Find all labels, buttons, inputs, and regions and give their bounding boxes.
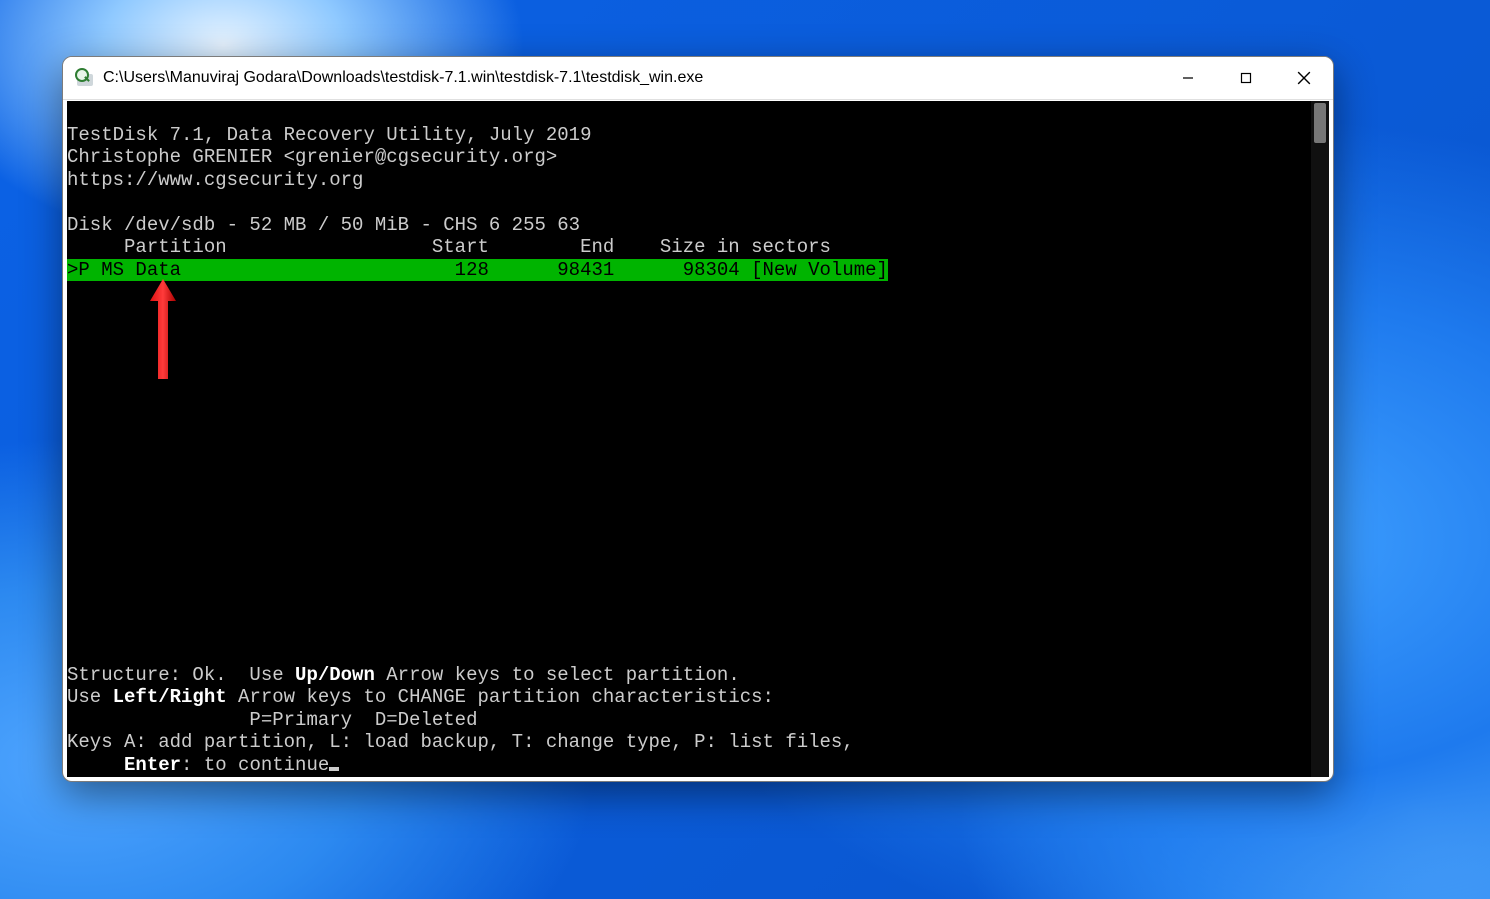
window-controls (1159, 57, 1333, 99)
close-button[interactable] (1275, 57, 1333, 99)
enter-line: Enter: to continue (67, 754, 339, 776)
cursor (329, 767, 339, 771)
titlebar[interactable]: C:\Users\Manuviraj Godara\Downloads\test… (63, 57, 1333, 100)
maximize-button[interactable] (1217, 57, 1275, 99)
console-output[interactable]: TestDisk 7.1, Data Recovery Utility, Jul… (67, 101, 1329, 777)
columns-header: Partition Start End Size in sectors (67, 236, 831, 258)
updown-hint: Up/Down (295, 664, 375, 686)
header-line-2: Christophe GRENIER <grenier@cgsecurity.o… (67, 146, 557, 168)
testdisk-icon (75, 68, 95, 88)
leftright-hint: Left/Right (113, 686, 227, 708)
disk-info-line: Disk /dev/sdb - 52 MB / 50 MiB - CHS 6 2… (67, 214, 580, 236)
fs-line: NTFS, blocksize=4096, 50 MB / 48 MiB (67, 776, 477, 777)
scrollbar-track[interactable] (1311, 101, 1329, 777)
legend-line: P=Primary D=Deleted (67, 709, 477, 731)
header-line-3: https://www.cgsecurity.org (67, 169, 363, 191)
enter-hint: Enter (124, 754, 181, 776)
minimize-button[interactable] (1159, 57, 1217, 99)
use-line: Use Left/Right Arrow keys to CHANGE part… (67, 686, 774, 708)
scrollbar-thumb[interactable] (1314, 103, 1326, 143)
header-line-1: TestDisk 7.1, Data Recovery Utility, Jul… (67, 124, 592, 146)
window-title: C:\Users\Manuviraj Godara\Downloads\test… (103, 69, 1159, 87)
structure-line: Structure: Ok. Use Up/Down Arrow keys to… (67, 664, 740, 686)
partition-row-selected[interactable]: >P MS Data 128 98431 98304 [New Volume] (67, 259, 888, 281)
keys-line: Keys A: add partition, L: load backup, T… (67, 731, 854, 753)
terminal-window: C:\Users\Manuviraj Godara\Downloads\test… (62, 56, 1334, 782)
